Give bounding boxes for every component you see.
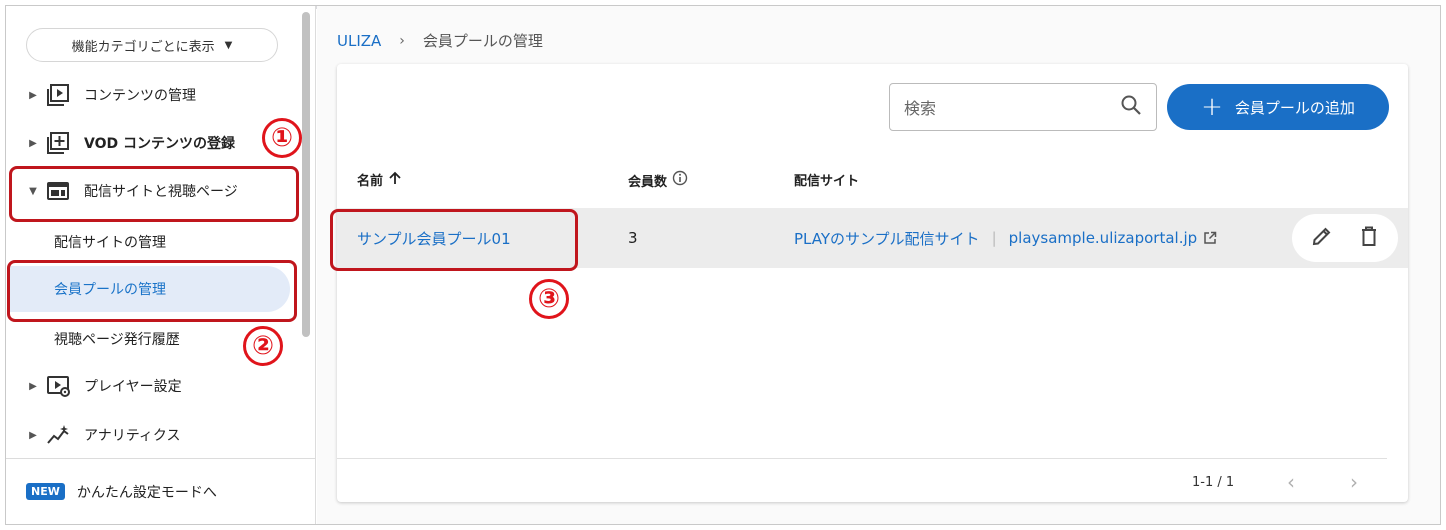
delivery-site-link[interactable]: PLAYのサンプル配信サイト [794,228,980,249]
main-content: ULIZA › 会員プールの管理 検索 + 会員プールの追加 名前 会員数 配信… [317,6,1440,524]
row-actions [1292,214,1398,262]
sidebar-item-label: VOD コンテンツの登録 [84,136,235,152]
sidebar-item-player-settings[interactable]: ▶ プレイヤー設定 [6,364,298,408]
sidebar: 機能カテゴリごとに表示 ▼ ▶ コンテンツの管理 ▶ VOD コンテンツの登録 … [6,6,316,524]
sidebar-item-content-management[interactable]: ▶ コンテンツの管理 [6,73,298,117]
site-url-link[interactable]: playsample.ulizaportal.jp [1009,229,1198,247]
divider: | [991,229,997,247]
scrollbar-thumb[interactable] [302,12,310,337]
column-header-label: 配信サイト [794,174,860,189]
search-placeholder: 検索 [904,99,937,118]
chevron-left-icon[interactable]: ‹ [1287,469,1295,495]
add-member-pool-label: 会員プールの追加 [1234,98,1355,117]
search-input[interactable]: 検索 [889,83,1157,131]
annotation-number-2: ② [243,326,283,366]
table-footer-divider [337,458,1387,459]
column-header-label: 会員数 [628,174,668,190]
external-link-icon[interactable] [1203,231,1217,245]
sidebar-scrollbar[interactable] [300,12,312,457]
sidebar-item-label: 配信サイトの管理 [54,235,166,251]
sidebar-item-analytics[interactable]: ▶ アナリティクス [6,413,298,457]
pagination-range: 1-1 / 1 [1192,474,1235,490]
caret-down-icon: ▼ [224,39,233,51]
column-header-site: 配信サイト [794,170,859,189]
column-header-name[interactable]: 名前 [357,170,402,189]
annotation-box-3 [330,209,578,271]
category-view-label: 機能カテゴリごとに表示 [71,39,215,55]
expand-arrow-icon[interactable]: ▶ [24,381,42,392]
app-window: 機能カテゴリごとに表示 ▼ ▶ コンテンツの管理 ▶ VOD コンテンツの登録 … [5,5,1441,525]
annotation-number-3: ③ [529,279,569,319]
member-count: 3 [628,229,638,247]
expand-arrow-icon[interactable]: ▶ [24,430,42,441]
column-header-members: 会員数 [628,170,688,190]
info-icon[interactable] [672,170,688,190]
annotation-box-1 [9,166,299,222]
sidebar-item-label: コンテンツの管理 [84,88,196,104]
player-settings-icon [46,375,70,397]
play-box-icon [46,84,70,106]
sidebar-subitem-site-management[interactable]: 配信サイトの管理 [6,219,298,265]
column-header-label: 名前 [357,174,384,189]
chevron-right-icon[interactable]: › [1350,469,1358,495]
sidebar-item-vod-register[interactable]: ▶ VOD コンテンツの登録 [6,121,298,165]
add-member-pool-button[interactable]: + 会員プールの追加 [1167,84,1389,130]
expand-arrow-icon[interactable]: ▶ [24,90,42,101]
breadcrumb-current: 会員プールの管理 [422,32,543,50]
plus-icon: + [1201,92,1223,122]
new-badge: NEW [26,483,65,500]
sort-ascending-icon[interactable] [388,171,402,189]
breadcrumb-root-link[interactable]: ULIZA [337,32,381,50]
category-view-button[interactable]: 機能カテゴリごとに表示 ▼ [26,28,278,62]
sidebar-item-label: アナリティクス [84,428,181,444]
sidebar-item-label: 視聴ページ発行履歴 [54,332,180,348]
sidebar-item-label: プレイヤー設定 [84,379,182,395]
delivery-site-cell: PLAYのサンプル配信サイト | playsample.ulizaportal.… [794,208,1217,268]
expand-arrow-icon[interactable]: ▶ [24,138,42,149]
easy-mode-label: かんたん設定モードへ [76,484,217,501]
search-icon[interactable] [1120,94,1142,120]
add-box-icon [46,132,70,154]
member-pool-card: 検索 + 会員プールの追加 名前 会員数 配信サイト サンプル会員プール01 3… [330,64,1408,502]
breadcrumb: ULIZA › 会員プールの管理 [337,30,543,51]
easy-mode-link[interactable]: NEW かんたん設定モードへ [6,458,316,524]
annotation-number-1: ① [262,118,302,158]
edit-icon[interactable] [1311,225,1333,251]
breadcrumb-separator: › [399,32,405,49]
annotation-box-2 [7,260,297,322]
analytics-sparkle-icon [46,424,70,446]
delete-icon[interactable] [1358,225,1380,251]
